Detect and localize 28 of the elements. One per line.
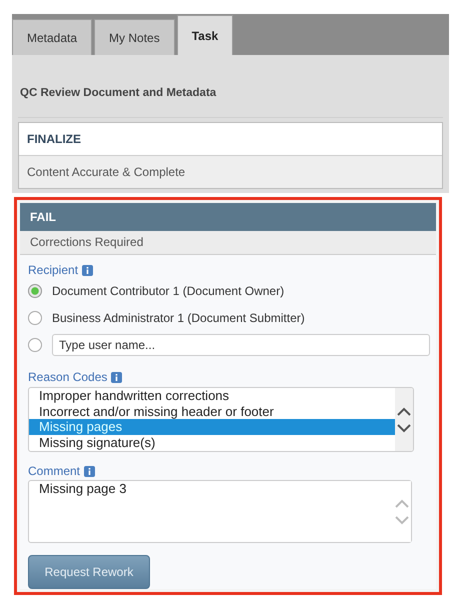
field-label: Comment [28, 464, 80, 478]
user-name-field[interactable]: Type user name... [52, 334, 430, 356]
tab[interactable]: Metadata [12, 19, 92, 55]
radio-label[interactable]: Document Contributor 1 (Document Owner) [52, 284, 284, 298]
radio-button[interactable] [28, 338, 42, 352]
finalize-card[interactable]: FINALIZE Content Accurate & Complete [18, 122, 443, 189]
reason-list[interactable]: Improper handwritten corrections Incorrect and/or missing header or footer Missing pages Missing signature(s) [28, 387, 414, 452]
radio-button[interactable] [28, 284, 42, 298]
tab[interactable]: Task [176, 15, 234, 55]
info-icon[interactable] [111, 372, 122, 382]
scroll-up-icon[interactable] [397, 406, 411, 416]
reason-option[interactable]: Incorrect and/or missing header or footer [29, 404, 395, 419]
info-icon[interactable] [82, 264, 94, 276]
reason-option[interactable]: Improper handwritten corrections [29, 388, 395, 404]
comment-text: Missing page 3 [38, 481, 128, 498]
field-label: Reason Codes [28, 370, 108, 384]
scroll-down-icon[interactable] [397, 424, 411, 432]
field-label: Recipient [28, 263, 78, 277]
task-title: QC Review Document and Metadata [18, 55, 443, 118]
section-title: FINALIZE [26, 131, 82, 148]
radio-label[interactable]: Business Administrator 1 (Document Submitter) [52, 310, 305, 324]
section-subtitle: Content Accurate & Complete [19, 155, 442, 188]
info-icon[interactable] [84, 466, 96, 476]
section-title: FAIL [20, 203, 436, 231]
section-subtitle: Corrections Required [20, 230, 436, 255]
tab[interactable]: My Notes [94, 19, 175, 55]
reason-option[interactable]: Missing signature(s) [29, 434, 395, 450]
radio-button[interactable] [28, 310, 42, 324]
